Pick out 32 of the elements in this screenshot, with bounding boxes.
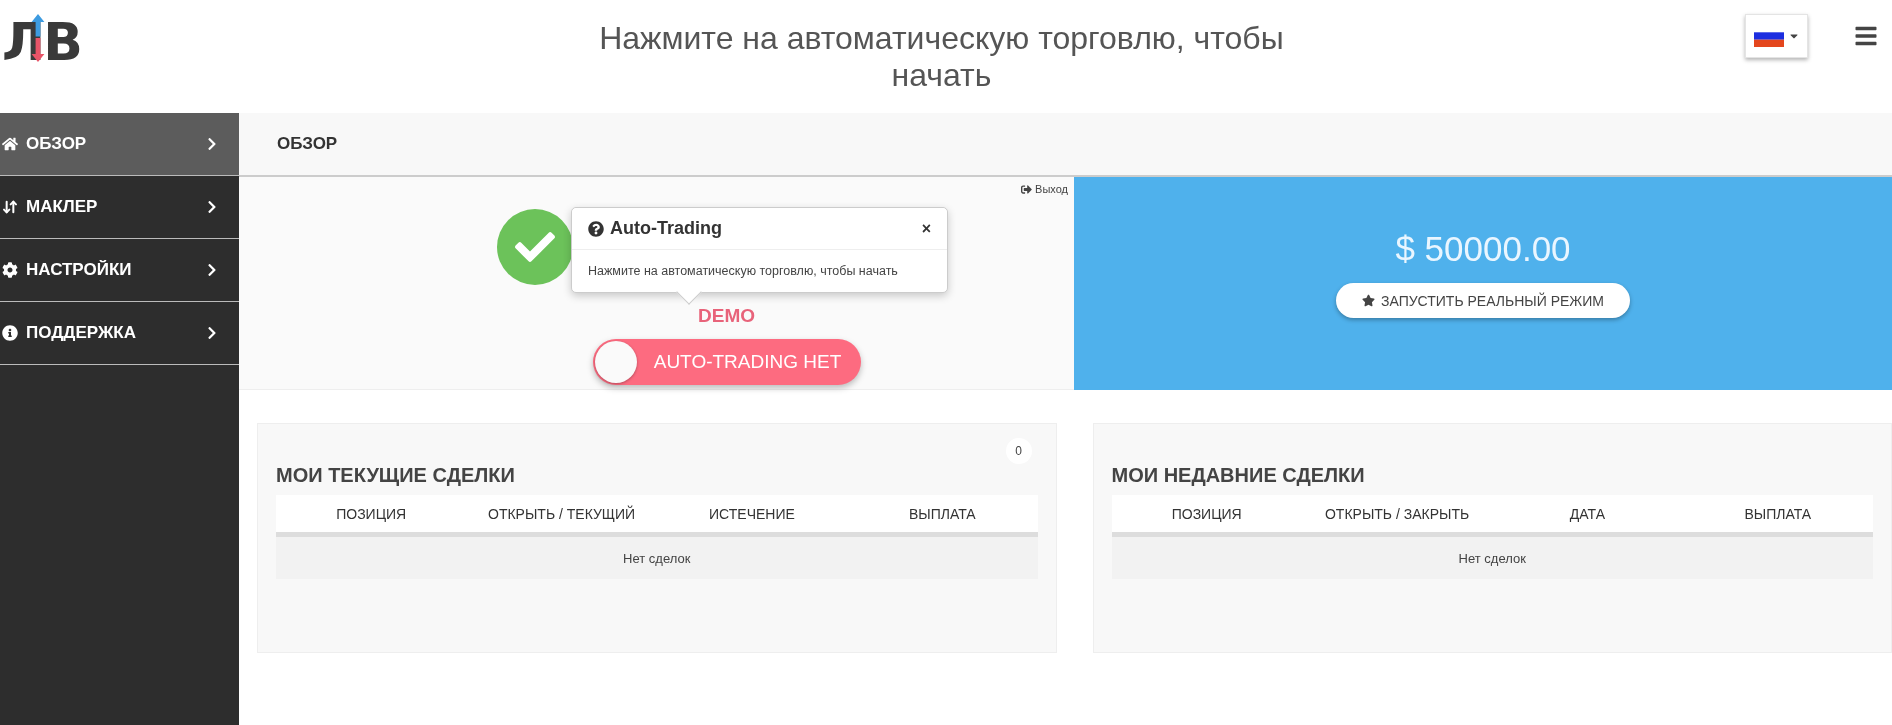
settings-icon bbox=[2, 262, 18, 278]
column-header: ИСТЕЧЕНИЕ bbox=[708, 505, 796, 522]
home-icon bbox=[2, 136, 18, 152]
sort-icon bbox=[2, 199, 18, 215]
count-badge: 0 bbox=[1005, 438, 1032, 464]
card-title: МОИ НЕДАВНИЕ СДЕЛКИ bbox=[1111, 464, 1366, 487]
logout-link[interactable]: Выход bbox=[1021, 183, 1068, 195]
help-icon bbox=[588, 220, 604, 237]
column-header: ВЫПЛАТА bbox=[908, 505, 977, 522]
real-mode-button[interactable]: ЗАПУСТИТЬ РЕАЛЬНЫЙ РЕЖИМ bbox=[1336, 283, 1630, 318]
card-title: МОИ ТЕКУЩИЕ СДЕЛКИ bbox=[276, 464, 516, 487]
popover-title: Auto-Trading bbox=[610, 218, 723, 239]
column-header: ПОЗИЦИЯ bbox=[335, 505, 408, 522]
empty-message: Нет сделок bbox=[276, 537, 1038, 579]
sidebar-item[interactable]: ОБЗОР bbox=[0, 113, 239, 176]
close-button[interactable]: × bbox=[921, 219, 931, 238]
popover-text: Нажмите на автоматическую торговлю, чтобы начать bbox=[587, 263, 899, 280]
column-header: ДАТА bbox=[1568, 505, 1606, 522]
language-dropdown[interactable] bbox=[1745, 14, 1808, 58]
menu-button[interactable] bbox=[1854, 24, 1878, 48]
column-header: ОТКРЫТЬ / ТЕКУЩИЙ bbox=[487, 505, 637, 522]
star-icon bbox=[1362, 294, 1375, 307]
column-header: ВЫПЛАТА bbox=[1743, 505, 1813, 522]
info-icon bbox=[2, 325, 18, 341]
section-title: ОБЗОР bbox=[239, 113, 1892, 177]
balance-amount: $ 50000.00 bbox=[1395, 229, 1571, 269]
mode-label: DEMO bbox=[698, 305, 755, 327]
empty-message: Нет сделок bbox=[1111, 537, 1873, 579]
logout-icon bbox=[1021, 183, 1033, 195]
page-heading: Нажмите на автоматическую торговлю, чтобы начать bbox=[598, 20, 1285, 94]
column-header: ПОЗИЦИЯ bbox=[1170, 505, 1243, 522]
column-header: ОТКРЫТЬ / ЗАКРЫТЬ bbox=[1324, 505, 1471, 522]
